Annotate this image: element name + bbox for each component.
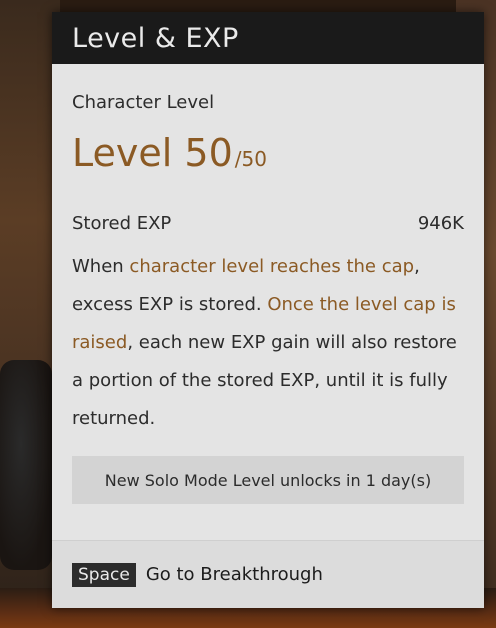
panel-header: Level & EXP: [52, 12, 484, 64]
level-value: Level 50: [72, 131, 233, 175]
level-exp-panel: Level & EXP Character Level Level 50 /50…: [52, 12, 484, 608]
solo-mode-notice: New Solo Mode Level unlocks in 1 day(s): [72, 456, 464, 504]
solo-mode-notice-text: New Solo Mode Level unlocks in 1 day(s): [104, 470, 432, 490]
character-level-label: Character Level: [72, 92, 215, 113]
description-highlight-1: character level reaches the cap: [129, 256, 415, 277]
description-text-1: When: [72, 256, 130, 277]
stored-exp-value: 946K: [417, 213, 464, 234]
background-character-figure: [0, 360, 52, 570]
stored-exp-label: Stored EXP: [72, 213, 172, 234]
stored-exp-row: Stored EXP 946K: [72, 213, 464, 234]
space-key-hint: Space: [72, 562, 136, 587]
exp-description: When character level reaches the cap, ex…: [72, 248, 472, 438]
level-display: Level 50 /50: [72, 131, 464, 175]
level-max: /50: [234, 147, 267, 171]
panel-content: Character Level Level 50 /50 Stored EXP …: [52, 92, 484, 504]
go-to-breakthrough-action[interactable]: Go to Breakthrough: [146, 564, 323, 585]
panel-title: Level & EXP: [72, 22, 239, 54]
panel-footer[interactable]: Space Go to Breakthrough: [52, 540, 484, 608]
description-text-3: , each new EXP gain will also restore a …: [72, 332, 457, 429]
